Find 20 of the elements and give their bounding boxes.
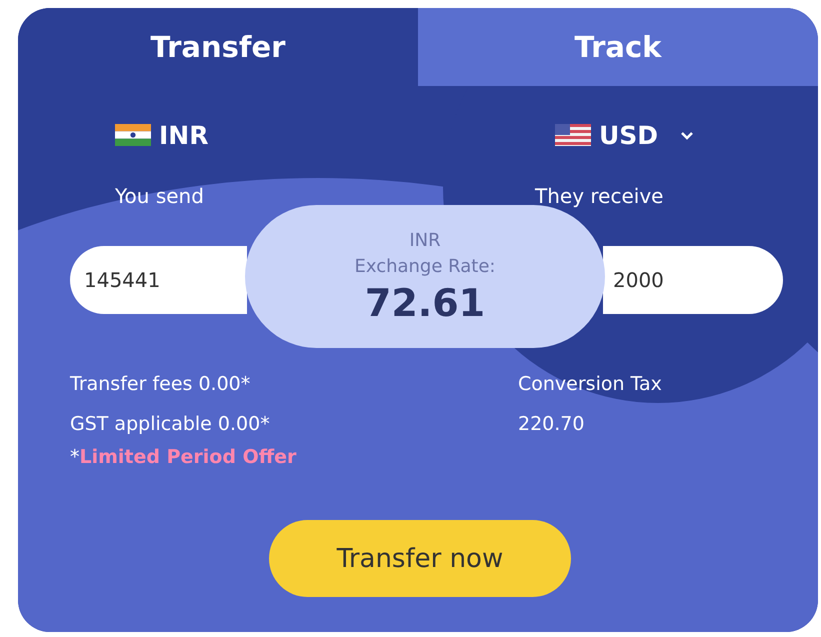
amount-field[interactable]: 2000 <box>603 246 783 314</box>
amount-field[interactable]: 145441 <box>70 246 247 314</box>
fee-text: Transfer fees 0.00* <box>70 372 250 397</box>
tax-label: Conversion Tax <box>518 372 662 397</box>
rate-label: Exchange Rate: <box>354 254 496 278</box>
tab[interactable]: Track <box>418 8 818 86</box>
rate-currency: INR <box>409 228 441 252</box>
amount-label: You send <box>114 184 205 210</box>
chevron-down-icon[interactable] <box>680 130 694 140</box>
offer-text: Limited Period Offer <box>80 446 296 468</box>
usa-flag-icon <box>555 124 591 146</box>
rate-value: 72.61 <box>364 280 486 326</box>
india-flag-icon <box>115 124 151 146</box>
currency-code: USD <box>599 120 658 150</box>
tax-value: 220.70 <box>518 412 584 437</box>
asterisk-mark: * <box>70 446 80 468</box>
transfer-now-button[interactable]: Transfer now <box>269 520 571 597</box>
amount-label: They receive <box>534 184 664 210</box>
currency-code: INR <box>159 120 208 150</box>
fee-text: GST applicable 0.00* <box>70 412 270 437</box>
